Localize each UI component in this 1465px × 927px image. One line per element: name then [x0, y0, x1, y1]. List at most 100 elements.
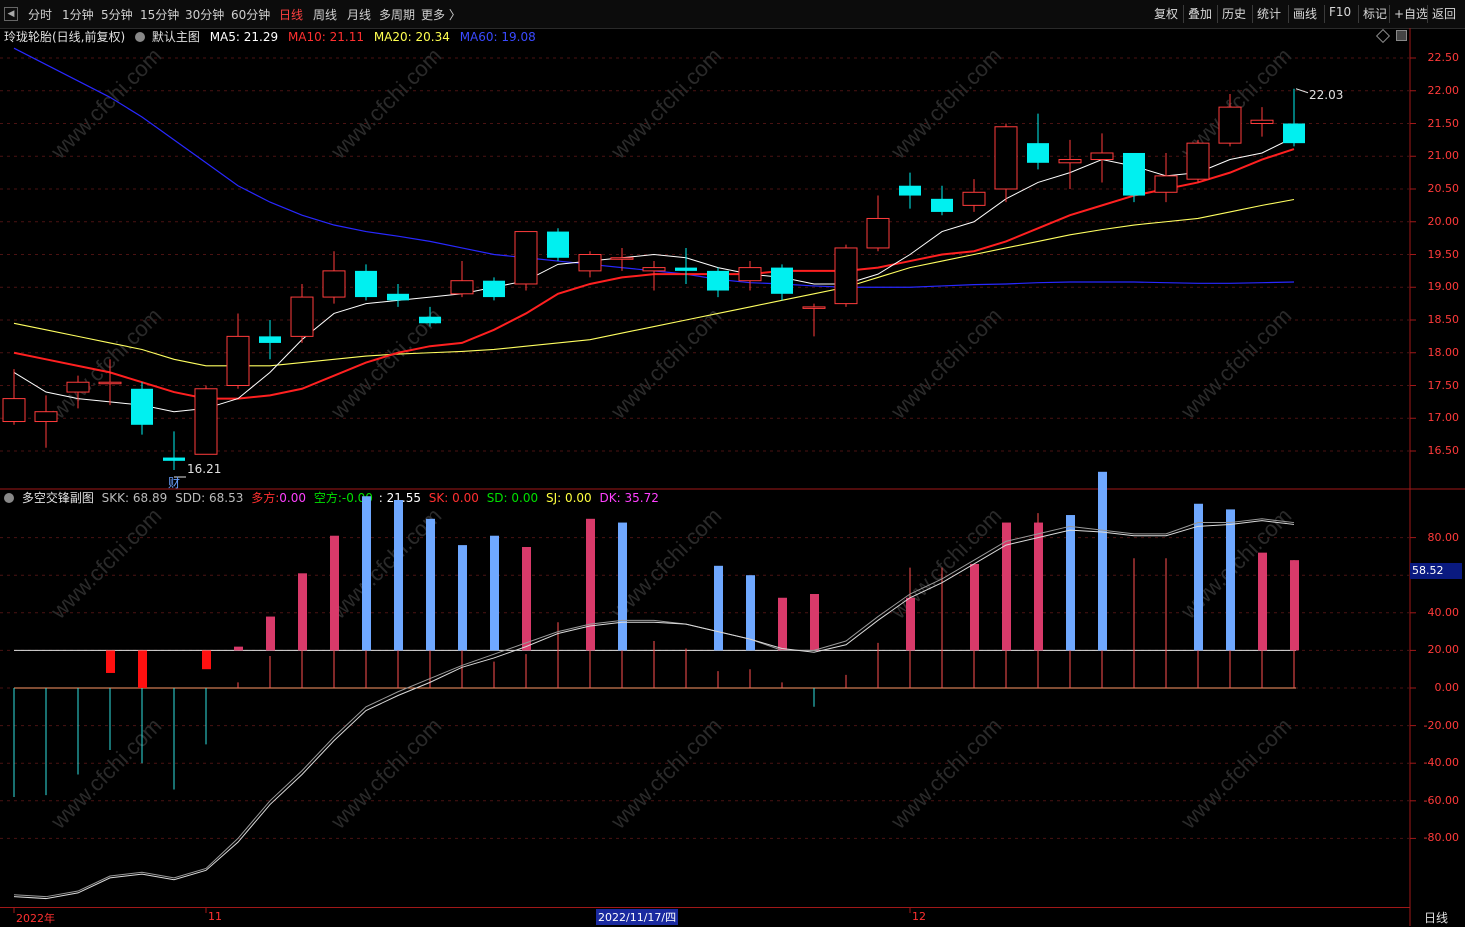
candle-down — [387, 293, 409, 301]
sub-label: 0.00 — [1434, 681, 1460, 694]
sub-bull-bar — [234, 646, 243, 651]
watermark: www.cfchi.com — [45, 43, 166, 164]
watermark: www.cfchi.com — [885, 43, 1006, 164]
candle-up — [2, 398, 26, 423]
price-label: 19.00 — [1427, 280, 1460, 294]
candle-down — [1027, 143, 1049, 163]
date-dec: 12 — [912, 910, 926, 923]
price-label: 20.50 — [1427, 182, 1460, 195]
sub-bull-bar — [906, 597, 915, 651]
candle-down — [675, 267, 697, 271]
watermark: www.cfchi.com — [885, 503, 1006, 624]
candle-down — [771, 267, 793, 294]
high-annotation: 22.03 — [1309, 88, 1344, 102]
candle-up — [34, 411, 58, 423]
sub-bull-bar — [394, 500, 403, 651]
watermark: www.cfchi.com — [45, 713, 166, 834]
price-label: 22.00 — [1427, 83, 1460, 97]
candle-up — [66, 381, 90, 393]
sub-bear-bar — [106, 650, 115, 673]
low-annotation: 16.21 — [187, 462, 222, 476]
candle-up — [322, 270, 346, 298]
candle-up — [1186, 142, 1210, 180]
sub-bull-bar — [1066, 515, 1075, 651]
candle-down — [419, 316, 441, 324]
candle-up — [1154, 175, 1178, 193]
candle-up — [514, 231, 538, 285]
sub-bear-bar — [202, 650, 211, 670]
date-start: 2022年 — [16, 912, 55, 925]
sub-label: -80.00 — [1423, 831, 1459, 845]
candle-up — [610, 257, 634, 260]
candle-up — [450, 280, 474, 295]
price-label: 18.00 — [1427, 345, 1460, 359]
sub-bull-bar — [618, 522, 627, 651]
watermark: www.cfchi.com — [1175, 713, 1296, 834]
finance-marker[interactable]: 财 — [168, 474, 180, 491]
candle-up — [802, 306, 826, 309]
candle-down — [1123, 152, 1145, 196]
sub-bull-bar — [266, 616, 275, 651]
candle-up — [834, 247, 858, 305]
candle-up — [1250, 119, 1274, 124]
sub-bull-bar — [1258, 552, 1267, 651]
candle-up — [1058, 159, 1082, 164]
sub-bull-bar — [362, 496, 371, 651]
price-label: 17.00 — [1427, 411, 1460, 425]
candle-down — [355, 270, 377, 298]
price-label: 20.00 — [1427, 214, 1460, 228]
price-label: 18.50 — [1427, 313, 1460, 326]
price-label: 22.50 — [1427, 51, 1460, 64]
watermark: www.cfchi.com — [325, 43, 446, 164]
date-cursor: 2022/11/17/四 — [596, 909, 679, 925]
candle-up — [994, 126, 1018, 190]
candle-down — [483, 280, 505, 298]
candle-down — [707, 270, 729, 291]
sub-label: 40.00 — [1427, 605, 1460, 619]
candle-up — [962, 191, 986, 206]
watermark: www.cfchi.com — [605, 43, 726, 164]
candle-up — [290, 296, 314, 337]
candle-up — [1090, 152, 1114, 161]
sub-bull-bar — [1226, 509, 1235, 651]
sub-bull-bar — [778, 597, 787, 651]
sub-bull-bar — [970, 563, 979, 651]
price-label: 17.50 — [1427, 378, 1460, 392]
sub-bull-bar — [330, 535, 339, 651]
watermark: www.cfchi.com — [325, 713, 446, 834]
candle-down — [547, 231, 569, 258]
candle-down — [931, 198, 953, 212]
candle-up — [98, 381, 122, 385]
sub-bear-bar — [138, 650, 147, 688]
candle-down — [131, 388, 153, 425]
candle-up — [1218, 106, 1242, 144]
sub-label: -20.00 — [1423, 718, 1459, 732]
candle-up — [642, 267, 666, 272]
watermark: www.cfchi.com — [45, 503, 166, 624]
candle-down — [163, 457, 185, 461]
sub-bull-bar — [298, 573, 307, 651]
sub-bull-bar — [458, 545, 467, 651]
sub-label: -40.00 — [1423, 756, 1459, 770]
price-label: 21.50 — [1427, 116, 1460, 130]
sub-bull-bar — [586, 518, 595, 651]
sub-bull-bar — [1034, 522, 1043, 651]
sub-bull-bar — [490, 535, 499, 651]
sub-bull-bar — [714, 565, 723, 651]
sub-bull-bar — [426, 518, 435, 651]
sub-label: -60.00 — [1423, 793, 1459, 807]
watermark: www.cfchi.com — [605, 713, 726, 834]
sub-label: 80.00 — [1427, 530, 1460, 544]
sub-marker: 58.52 — [1410, 563, 1462, 579]
candle-up — [194, 388, 218, 455]
sub-label: 20.00 — [1427, 643, 1460, 657]
period-indicator[interactable]: 日线 — [1424, 909, 1448, 926]
date-axis: 2022年 11 2022/11/17/四 12 — [0, 907, 1410, 927]
candle-down — [899, 185, 921, 196]
price-label: 16.50 — [1427, 444, 1460, 457]
date-nov: 11 — [208, 910, 222, 923]
sub-bull-bar — [810, 594, 819, 651]
price-label: 21.00 — [1427, 149, 1460, 163]
sub-bull-bar — [1290, 560, 1299, 651]
watermark: www.cfchi.com — [605, 303, 726, 424]
